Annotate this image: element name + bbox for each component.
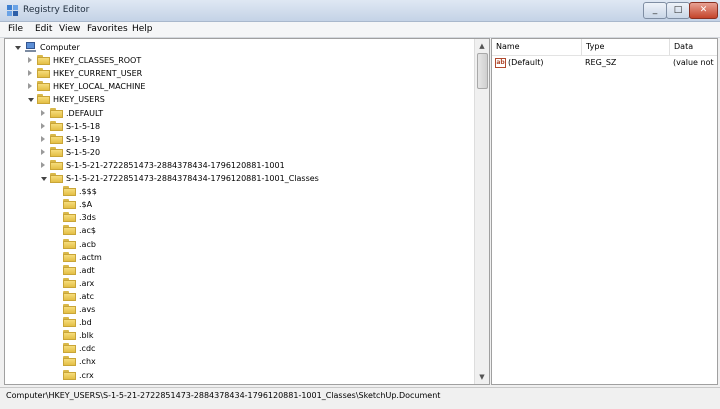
folder-icon	[63, 290, 76, 301]
expanded-arrow-icon[interactable]	[15, 46, 21, 50]
tree-node-label: .avs	[79, 305, 96, 314]
tree-node-label: .acb	[79, 239, 96, 249]
column-header-name[interactable]: Name	[492, 39, 582, 55]
tree-node-label: .cdc	[79, 344, 96, 354]
tree-node-label: .adt	[79, 265, 95, 275]
status-bar: Computer\HKEY_USERS\S-1-5-21-2722851473-…	[0, 387, 720, 404]
expanded-arrow-icon[interactable]	[28, 98, 34, 103]
folder-icon	[50, 107, 63, 118]
column-header-data[interactable]: Data	[670, 39, 717, 55]
folder-icon	[63, 277, 76, 288]
registry-editor-window: Registry Editor _ □ ✕ File Edit View Fav…	[0, 0, 720, 409]
collapsed-arrow-icon[interactable]	[41, 109, 45, 116]
scroll-down-button[interactable]: ▼	[476, 371, 488, 383]
maximize-icon: □	[673, 5, 683, 15]
expanded-arrow-icon[interactable]	[41, 177, 47, 181]
folder-icon	[63, 369, 76, 380]
minimize-button[interactable]: _	[643, 2, 667, 19]
folder-icon	[50, 120, 63, 131]
tree-node-label: HKEY_CLASSES_ROOT	[53, 56, 142, 66]
window-title: Registry Editor	[23, 5, 90, 15]
key-tree-pane[interactable]: Computer HKEY_CLASSES_ROOT HKEY_CURRENT_US…	[4, 38, 490, 385]
menu-view[interactable]: View	[59, 24, 80, 34]
collapsed-arrow-icon[interactable]	[28, 83, 32, 90]
minimize-icon: _	[652, 5, 658, 15]
column-header-type[interactable]: Type	[582, 39, 670, 55]
registry-editor-icon	[7, 5, 18, 16]
tree-node-label: .bd	[79, 318, 92, 328]
scroll-thumb[interactable]	[477, 53, 488, 89]
tree-node-label: .actm	[79, 252, 102, 262]
folder-icon	[63, 330, 76, 341]
tree-node-label: .$$$	[79, 187, 97, 197]
tree-node-label: Computer	[40, 43, 80, 52]
tree-node-label: .DEFAULT	[66, 108, 104, 118]
folder-icon	[63, 251, 76, 262]
tree-node-label: S-1-5-21-2722851473-2884378434-179612088…	[66, 160, 285, 170]
tree-node-label: .arx	[79, 278, 95, 288]
menu-edit[interactable]: Edit	[35, 24, 52, 34]
tree-node-label: .$A	[79, 200, 93, 210]
menu-bar: File Edit View Favorites Help	[0, 22, 720, 38]
tree-node-label: .chx	[79, 357, 96, 367]
tree-node-label: HKEY_CURRENT_USER	[53, 69, 143, 79]
values-pane[interactable]: Name Type Data ab (Default) REG_SZ (valu…	[491, 38, 718, 385]
folder-icon	[63, 317, 76, 328]
close-icon: ✕	[699, 5, 708, 15]
value-data: (value not	[673, 58, 714, 67]
folder-icon	[63, 356, 76, 367]
tree-node-label: HKEY_LOCAL_MACHINE	[53, 82, 146, 92]
scroll-up-button[interactable]: ▲	[476, 40, 488, 52]
tree-node-label: .blk	[79, 331, 94, 341]
menu-help[interactable]: Help	[132, 24, 153, 34]
folder-icon	[37, 81, 50, 92]
value-name: (Default)	[508, 58, 544, 67]
value-row[interactable]: ab (Default) REG_SZ (value not	[492, 57, 717, 69]
tree-node-label: S-1-5-21-2722851473-2884378434-179612088…	[66, 174, 319, 183]
maximize-button[interactable]: □	[666, 2, 690, 19]
menu-favorites[interactable]: Favorites	[87, 24, 128, 34]
folder-icon	[50, 173, 63, 183]
folder-icon	[37, 68, 50, 79]
folder-icon	[50, 133, 63, 144]
collapsed-arrow-icon[interactable]	[41, 148, 45, 155]
folder-icon	[63, 343, 76, 354]
menu-file[interactable]: File	[8, 24, 23, 34]
tree-scrollbar[interactable]: ▲ ▼	[474, 39, 489, 384]
tree-node-label: HKEY_USERS	[53, 95, 105, 105]
tree-node-label: .atc	[79, 291, 94, 301]
status-path: Computer\HKEY_USERS\S-1-5-21-2722851473-…	[6, 391, 441, 400]
close-button[interactable]: ✕	[689, 2, 718, 19]
folder-icon	[50, 146, 63, 157]
folder-icon	[63, 186, 76, 197]
value-type: REG_SZ	[585, 58, 617, 67]
folder-icon	[63, 199, 76, 210]
collapsed-arrow-icon[interactable]	[41, 135, 45, 142]
folder-icon	[37, 94, 50, 105]
collapsed-arrow-icon[interactable]	[28, 70, 32, 77]
tree-node-label: S-1-5-20	[66, 147, 101, 157]
tree-node-label: .ac$	[79, 226, 96, 236]
folder-icon	[63, 304, 76, 314]
tree-node-label: .3ds	[79, 213, 96, 223]
tree-node-label: S-1-5-19	[66, 134, 101, 144]
computer-icon	[24, 42, 37, 52]
title-bar[interactable]: Registry Editor _ □ ✕	[0, 0, 720, 22]
folder-icon	[37, 55, 50, 66]
tree-node-label: S-1-5-18	[66, 121, 101, 131]
folder-icon	[50, 159, 63, 170]
header-divider	[492, 55, 717, 56]
collapsed-arrow-icon[interactable]	[41, 161, 45, 168]
collapsed-arrow-icon[interactable]	[28, 57, 32, 64]
folder-icon	[63, 212, 76, 223]
folder-icon	[63, 225, 76, 236]
collapsed-arrow-icon[interactable]	[41, 122, 45, 129]
folder-icon	[63, 264, 76, 275]
string-value-icon: ab	[495, 58, 506, 68]
folder-icon	[63, 238, 76, 249]
tree-node-label: .crx	[79, 370, 94, 380]
